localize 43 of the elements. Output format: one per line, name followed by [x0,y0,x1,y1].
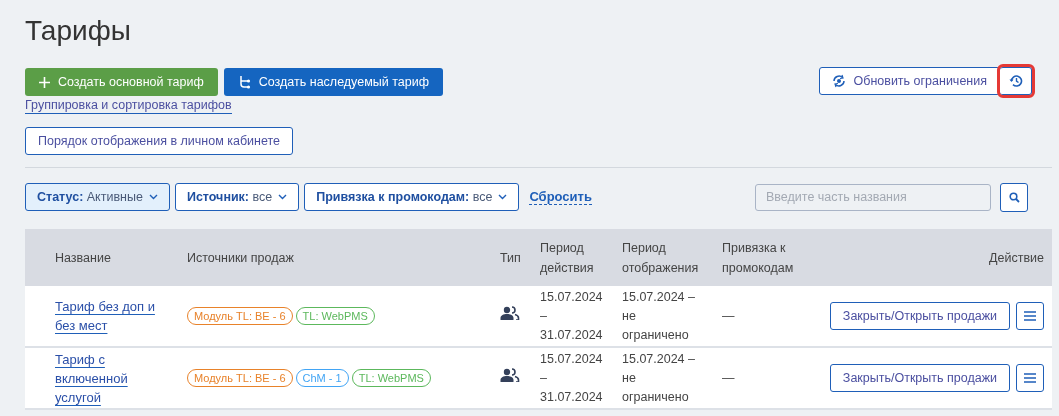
menu-icon [1024,311,1036,321]
display-order-button[interactable]: Порядок отображения в личном кабинете [25,127,294,155]
menu-icon [1024,373,1036,383]
history-icon [1008,74,1023,88]
column-header: Название [55,250,111,265]
table-cell: — [722,370,735,385]
tariff-name-link[interactable]: Тариф без доп и без мест [55,297,167,335]
chevron-icon [498,194,508,200]
column-header: Период отображения [622,240,699,275]
column-header: Действие [989,249,1044,267]
table-cell-text: 15.07.2024 – не ограничено [622,288,696,344]
search-field[interactable]: Введите часть названия [755,183,991,211]
reset-link[interactable]: Сбросить [529,189,592,205]
menu-button[interactable] [1016,302,1044,330]
filter-dropdown[interactable]: Статус: Активные [25,183,170,211]
refresh-limits-button[interactable]: Обновить ограничения [818,67,1000,95]
history-button[interactable] [1000,67,1032,95]
table-cell-text: 15.07.2024 – не ограничено [622,350,696,406]
grouping-link[interactable]: Группировка и сортировка тарифов [25,98,232,114]
filter-dropdown[interactable]: Привязка к промокодам: все [304,183,520,211]
filter-dropdown[interactable]: Источник: все [174,183,300,211]
column-header: Источники продаж [187,250,294,265]
tariff-name-link[interactable]: Тариф с включенной услугой [55,349,167,407]
column-header: Тип [500,250,521,265]
chevron-icon [148,194,158,200]
column-header: Период действия [540,240,594,275]
table-cell-text: 15.07.2024 – 31.07.2024 [540,350,604,406]
table-cell: — [722,308,735,323]
plus-icon [39,76,50,88]
table-cell-text: 15.07.2024 – 31.07.2024 [540,288,604,344]
menu-button[interactable] [1016,364,1044,392]
sales-toggle-button[interactable]: Закрыть/Открыть продажи [829,302,1010,330]
chevron-icon [278,194,288,200]
create-button[interactable]: Создать наследуемый тариф [223,68,443,96]
sales-toggle-button[interactable]: Закрыть/Открыть продажи [829,364,1010,392]
page-title: Тарифы [25,14,132,48]
search-icon [1008,191,1020,203]
column-header: Привязка к промокодам [722,240,794,275]
refresh-gear-icon [831,74,846,88]
branch-icon [237,75,251,89]
people-icon [500,306,520,320]
people-icon [500,368,520,382]
search-button[interactable] [1000,182,1028,212]
